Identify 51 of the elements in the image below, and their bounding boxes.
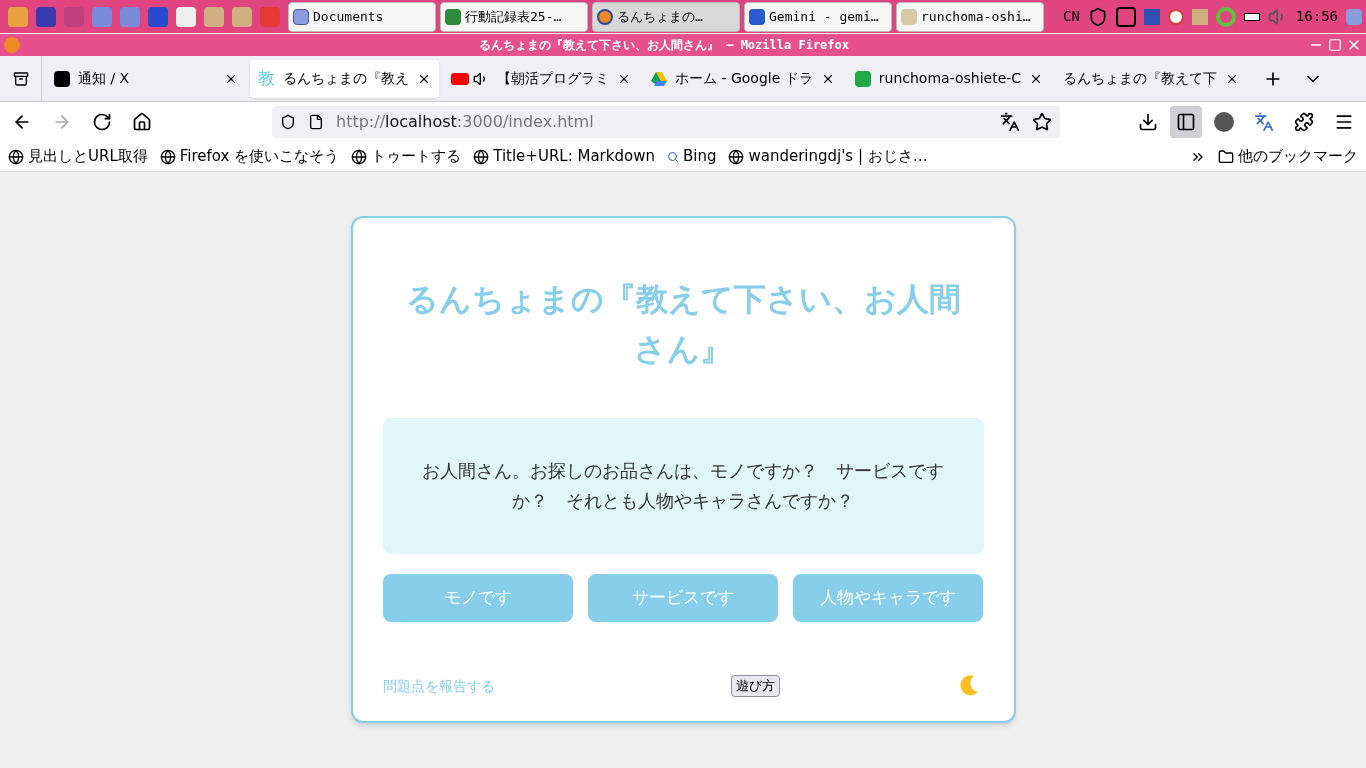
bookmark-star-icon[interactable] bbox=[1032, 112, 1052, 132]
browser-tab[interactable]: ホーム - Google ドラ bbox=[643, 59, 843, 98]
bookmark-item[interactable]: 見出しとURL取得 bbox=[8, 145, 148, 168]
bookmark-item[interactable]: Firefox を使いこなそう bbox=[159, 145, 340, 168]
clock-time[interactable]: 16:56 bbox=[1295, 6, 1338, 27]
bookmark-folder[interactable]: 他のブックマーク bbox=[1218, 145, 1358, 168]
drive-logo-icon bbox=[651, 71, 667, 86]
bookmark-item[interactable]: Title+URL: Markdown bbox=[473, 145, 655, 168]
browser-tab[interactable]: 【朝活プログラミ bbox=[443, 59, 639, 98]
game-title: るんちょまの『教えて下さい、お人間さん』 bbox=[404, 279, 962, 370]
avatar-icon[interactable] bbox=[1214, 112, 1234, 132]
taskbar-window-button[interactable]: るんちょまの… bbox=[592, 1, 740, 32]
app-icon bbox=[4, 37, 20, 53]
search-icon bbox=[666, 150, 679, 163]
globe-icon bbox=[351, 148, 368, 165]
extensions-icon[interactable] bbox=[1294, 112, 1314, 132]
question-text: お人間さん。お探しのお品さんは、モノですか？ サービスですか？ それとも人物やキャラさんですか？ bbox=[421, 459, 945, 513]
browser-tab[interactable]: runchoma-oshiete-C bbox=[846, 59, 1052, 98]
browser-icon bbox=[597, 8, 613, 25]
launcher-icon[interactable] bbox=[176, 6, 196, 27]
maximize-icon[interactable] bbox=[1328, 38, 1342, 52]
help-button[interactable]: 遊び方 bbox=[730, 675, 780, 697]
browser-tab[interactable]: 教 るんちょまの『教え bbox=[250, 59, 439, 98]
url-text: http://localhost:3000/index.html bbox=[336, 111, 595, 133]
sidebar-icon bbox=[1176, 112, 1196, 132]
globe-icon bbox=[8, 148, 24, 165]
download-icon[interactable] bbox=[1138, 112, 1158, 132]
shield-icon[interactable] bbox=[280, 114, 296, 130]
bookmark-item[interactable]: wanderingdj's | おじさ… bbox=[728, 145, 928, 168]
sidebar-toggle-button[interactable] bbox=[1170, 106, 1202, 138]
taskbar-window-button[interactable]: Documents bbox=[288, 1, 436, 32]
address-bar[interactable]: http://localhost:3000/index.html bbox=[272, 106, 1060, 138]
browser-tab[interactable]: 通知 / X bbox=[46, 59, 246, 98]
home-icon[interactable] bbox=[132, 112, 152, 132]
window-title: るんちょまの『教えて下さい、お人間さん』 — Mozilla Firefox bbox=[477, 37, 850, 54]
page-icon bbox=[308, 114, 324, 130]
menu-icon[interactable] bbox=[1334, 112, 1354, 132]
tab-list-icon[interactable] bbox=[12, 70, 29, 87]
taskbar-window-button[interactable]: Gemini - gemi… bbox=[744, 1, 892, 32]
taskbar-window-button[interactable]: 行動記録表25-… bbox=[440, 1, 588, 32]
browser-tab[interactable]: るんちょまの『教えて下 bbox=[1055, 59, 1248, 98]
reload-icon[interactable] bbox=[92, 112, 112, 132]
globe-icon bbox=[473, 148, 490, 165]
taskbar-window-button[interactable]: runchoma-oshi… bbox=[896, 1, 1044, 32]
globe-icon bbox=[728, 148, 745, 165]
bookmark-item[interactable]: Bing bbox=[666, 145, 717, 168]
input-method-indicator[interactable]: CN bbox=[1063, 6, 1080, 27]
tab-favicon: 教 bbox=[258, 70, 275, 87]
bookmark-item[interactable]: トゥートする bbox=[351, 145, 462, 168]
translate-icon[interactable] bbox=[1000, 112, 1020, 132]
globe-icon bbox=[159, 148, 176, 165]
